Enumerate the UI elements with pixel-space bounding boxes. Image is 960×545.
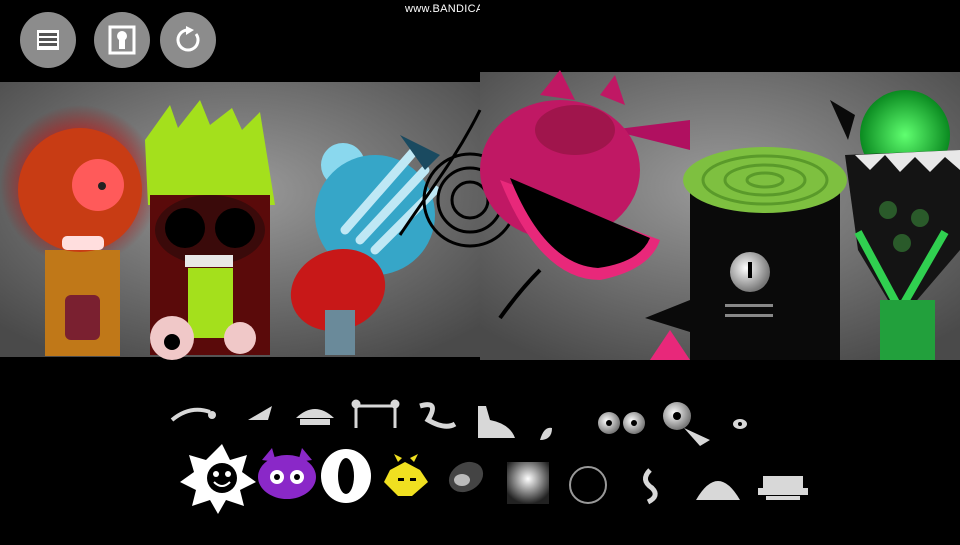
sound-icon-wedge[interactable] <box>248 406 272 420</box>
sound-icon-eyes-pair[interactable] <box>598 412 645 434</box>
reset-button[interactable] <box>160 12 216 68</box>
sound-icon-drop[interactable] <box>540 427 552 440</box>
keyhole-icon <box>108 25 136 55</box>
sound-icon-spiky-star-face[interactable] <box>180 444 256 514</box>
list-menu-icon <box>37 30 59 50</box>
sound-icon-boot[interactable] <box>478 406 515 438</box>
sound-icon-thin-ring[interactable] <box>569 466 607 504</box>
sound-icon-glow-box[interactable] <box>507 462 549 504</box>
watermark-text: www.BANDICAM.com <box>405 3 480 15</box>
sound-icon-hat-block[interactable] <box>758 476 808 500</box>
sound-icon-pill-orb[interactable] <box>443 456 488 498</box>
reset-arrow-icon <box>176 26 200 52</box>
sound-icon-small-eye[interactable] <box>733 419 747 429</box>
sound-icon-headband[interactable] <box>351 399 400 428</box>
sound-icon-hook[interactable] <box>419 402 457 429</box>
sound-icon-dome[interactable] <box>696 481 740 500</box>
sound-icon-arc-whip[interactable] <box>170 407 216 422</box>
sound-icon-curl[interactable] <box>643 468 658 505</box>
sound-icon-eyeball-stalk[interactable] <box>663 402 710 446</box>
sound-icon-white-ring[interactable] <box>321 449 371 503</box>
sound-icon-mushroom-cap[interactable] <box>296 409 334 425</box>
character-green-spiky-skull[interactable] <box>145 100 275 360</box>
sound-icon-yellow-horned-star[interactable] <box>384 454 428 496</box>
menu-button[interactable] <box>20 12 76 68</box>
stage-scene <box>0 0 960 540</box>
keyhole-button[interactable] <box>94 12 150 68</box>
sound-icon-purple-devil-face[interactable] <box>258 448 316 499</box>
